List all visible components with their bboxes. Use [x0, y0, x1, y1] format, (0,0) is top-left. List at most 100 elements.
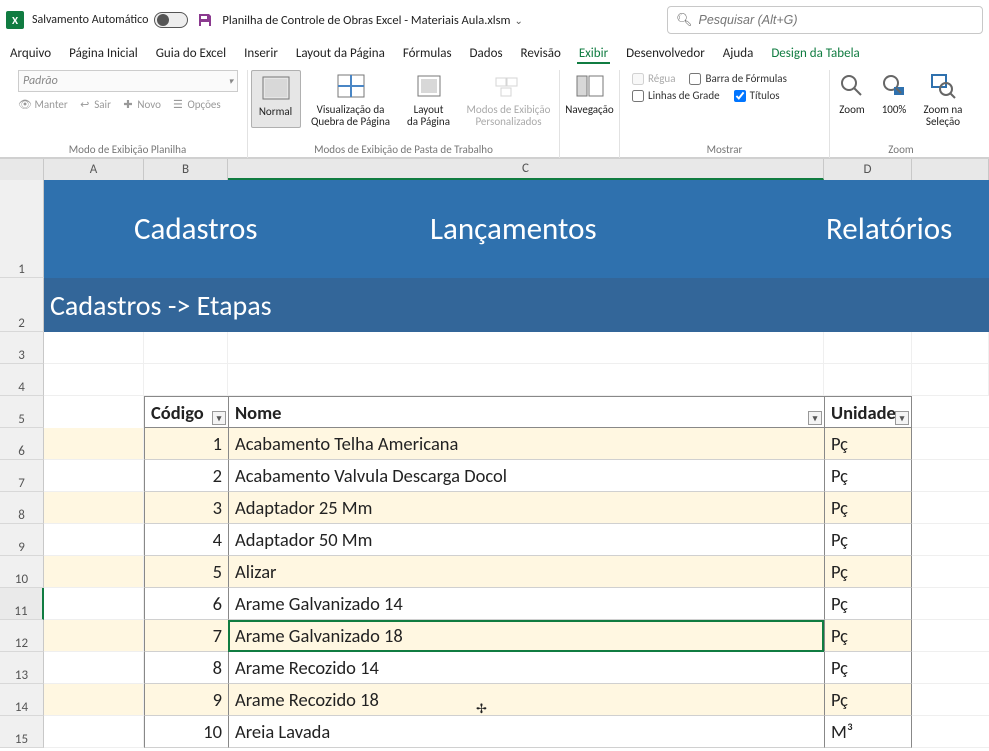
row-header[interactable]: 12: [0, 620, 44, 652]
group-label: Modos de Exibição de Pasta de Trabalho: [248, 143, 559, 156]
title-bar: X Salvamento Automático Planilha de Cont…: [0, 0, 989, 40]
row-header[interactable]: 2: [0, 278, 44, 332]
tab-design-tabela[interactable]: Design da Tabela: [771, 46, 859, 61]
th-nome[interactable]: Nome ▾: [228, 396, 824, 428]
table-row[interactable]: 9Arame Recozido 18Pç: [44, 684, 989, 716]
formula-bar-checkbox[interactable]: Barra de Fórmulas: [689, 72, 786, 85]
banner-relatorios[interactable]: Relatórios: [826, 210, 952, 248]
tab-guia-excel[interactable]: Guia do Excel: [156, 46, 226, 61]
tab-pagina-inicial[interactable]: Página Inicial: [69, 46, 138, 61]
zoom-100-button[interactable]: 100%: [874, 70, 914, 128]
row-headers: 1 2 3 4 5 6 7 8 9 10 11 12 13 14 15: [0, 180, 44, 748]
cell[interactable]: [912, 396, 989, 428]
filter-icon[interactable]: ▾: [212, 411, 226, 425]
row-header[interactable]: 13: [0, 652, 44, 684]
tab-revisao[interactable]: Revisão: [521, 46, 561, 61]
row-header[interactable]: 15: [0, 716, 44, 748]
table-row[interactable]: 10Areia LavadaM³: [44, 716, 989, 748]
tab-exibir[interactable]: Exibir: [579, 46, 608, 61]
row-header[interactable]: 7: [0, 460, 44, 492]
tab-inserir[interactable]: Inserir: [244, 46, 278, 61]
table-row[interactable]: 4Adaptador 50 MmPç: [44, 524, 989, 556]
ruler-checkbox[interactable]: Régua: [632, 72, 675, 85]
options-icon: ☰: [171, 98, 185, 111]
gridlines-checkbox[interactable]: Linhas de Grade: [632, 89, 720, 102]
custom-views-icon: [495, 70, 523, 102]
search-input[interactable]: [699, 13, 974, 27]
headings-checkbox[interactable]: Títulos: [734, 89, 780, 102]
group-label: Mostrar: [620, 143, 829, 156]
row-header[interactable]: 14: [0, 684, 44, 716]
row-header[interactable]: 8: [0, 492, 44, 524]
new-icon: ✚: [121, 98, 135, 111]
zoom-selection-icon: [930, 70, 956, 102]
tab-formulas[interactable]: Fórmulas: [403, 46, 452, 61]
autosave-label: Salvamento Automático: [32, 13, 148, 27]
cell[interactable]: [44, 396, 144, 428]
page-break-button[interactable]: Visualização da Quebra de Página: [305, 70, 397, 128]
zoom-button[interactable]: Zoom: [832, 70, 872, 128]
zoom-selection-button[interactable]: Zoom na Seleção: [916, 70, 970, 128]
save-icon[interactable]: [196, 11, 214, 29]
table-row[interactable]: 2Acabamento Valvula Descarga DocolPç: [44, 460, 989, 492]
col-header-C[interactable]: C: [228, 159, 824, 180]
breadcrumb: Cadastros -> Etapas: [44, 278, 989, 332]
col-header-B[interactable]: B: [144, 159, 228, 180]
sheet-area: A B C D 1 2 3 4 5 6 7 8 9 10 11 12 13 14…: [0, 158, 989, 748]
search-box[interactable]: 🔍︎: [667, 6, 983, 34]
column-headers: A B C D: [0, 158, 989, 180]
tab-arquivo[interactable]: Arquivo: [10, 46, 51, 61]
row[interactable]: [44, 332, 989, 364]
col-header-E[interactable]: [912, 159, 989, 180]
cells[interactable]: Cadastros Lançamentos Relatórios Cadastr…: [44, 180, 989, 748]
table-row[interactable]: 5AlizarPç: [44, 556, 989, 588]
group-label: Modo de Exibição Planilha: [8, 143, 247, 156]
file-title[interactable]: Planilha de Controle de Obras Excel - Ma…: [222, 13, 523, 28]
col-header-D[interactable]: D: [824, 159, 912, 180]
row-header[interactable]: 6: [0, 428, 44, 460]
th-unidade[interactable]: Unidade ▾: [824, 396, 912, 428]
row[interactable]: [44, 364, 989, 396]
row-header[interactable]: 4: [0, 364, 44, 396]
table-row[interactable]: 7Arame Galvanizado 18Pç: [44, 620, 989, 652]
row-header[interactable]: 3: [0, 332, 44, 364]
row-header[interactable]: 10: [0, 556, 44, 588]
tab-layout[interactable]: Layout da Página: [296, 46, 385, 61]
chevron-down-icon: ⌄: [515, 14, 523, 27]
row-header[interactable]: 5: [0, 396, 44, 428]
table-row[interactable]: 8Arame Recozido 14Pç: [44, 652, 989, 684]
tab-desenvolvedor[interactable]: Desenvolvedor: [626, 46, 705, 61]
table-row[interactable]: 6Arame Galvanizado 14Pç: [44, 588, 989, 620]
filter-icon[interactable]: ▾: [808, 411, 822, 425]
row-header[interactable]: 1: [0, 180, 44, 278]
manter-button[interactable]: 👁 Manter: [18, 98, 68, 111]
row-header[interactable]: 11: [0, 588, 44, 620]
autosave-toggle[interactable]: [154, 12, 188, 28]
custom-views-button[interactable]: Modos de Exibição Personalizados: [461, 70, 557, 128]
zoom-icon: [839, 70, 865, 102]
banner-cadastros[interactable]: Cadastros: [134, 210, 430, 248]
banner-lancamentos[interactable]: Lançamentos: [430, 210, 826, 248]
sair-button[interactable]: ↩ Sair: [78, 98, 111, 111]
th-codigo[interactable]: Código ▾: [144, 396, 228, 428]
table-row[interactable]: 1Acabamento Telha AmericanaPç: [44, 428, 989, 460]
navigation-icon: [576, 70, 604, 102]
col-header-A[interactable]: A: [44, 159, 144, 180]
menu-bar: Arquivo Página Inicial Guia do Excel Ins…: [0, 40, 989, 66]
excel-icon: X: [6, 11, 24, 29]
row-header[interactable]: 9: [0, 524, 44, 556]
navigation-button[interactable]: Navegação: [565, 70, 613, 116]
sheet-view-dropdown[interactable]: Padrão ▾: [18, 70, 238, 92]
table-row[interactable]: 3Adaptador 25 MmPç: [44, 492, 989, 524]
chevron-down-icon: ▾: [228, 76, 233, 87]
tab-ajuda[interactable]: Ajuda: [723, 46, 754, 61]
page-layout-button[interactable]: Layout da Página: [401, 70, 457, 128]
keep-icon: 👁: [18, 98, 32, 111]
novo-button[interactable]: ✚ Novo: [121, 98, 161, 111]
page-layout-icon: [415, 70, 443, 102]
tab-dados[interactable]: Dados: [470, 46, 503, 61]
select-all-triangle[interactable]: [0, 159, 44, 180]
opcoes-button[interactable]: ☰ Opções: [171, 98, 221, 111]
normal-view-button[interactable]: Normal: [251, 70, 301, 128]
filter-icon[interactable]: ▾: [895, 411, 909, 425]
